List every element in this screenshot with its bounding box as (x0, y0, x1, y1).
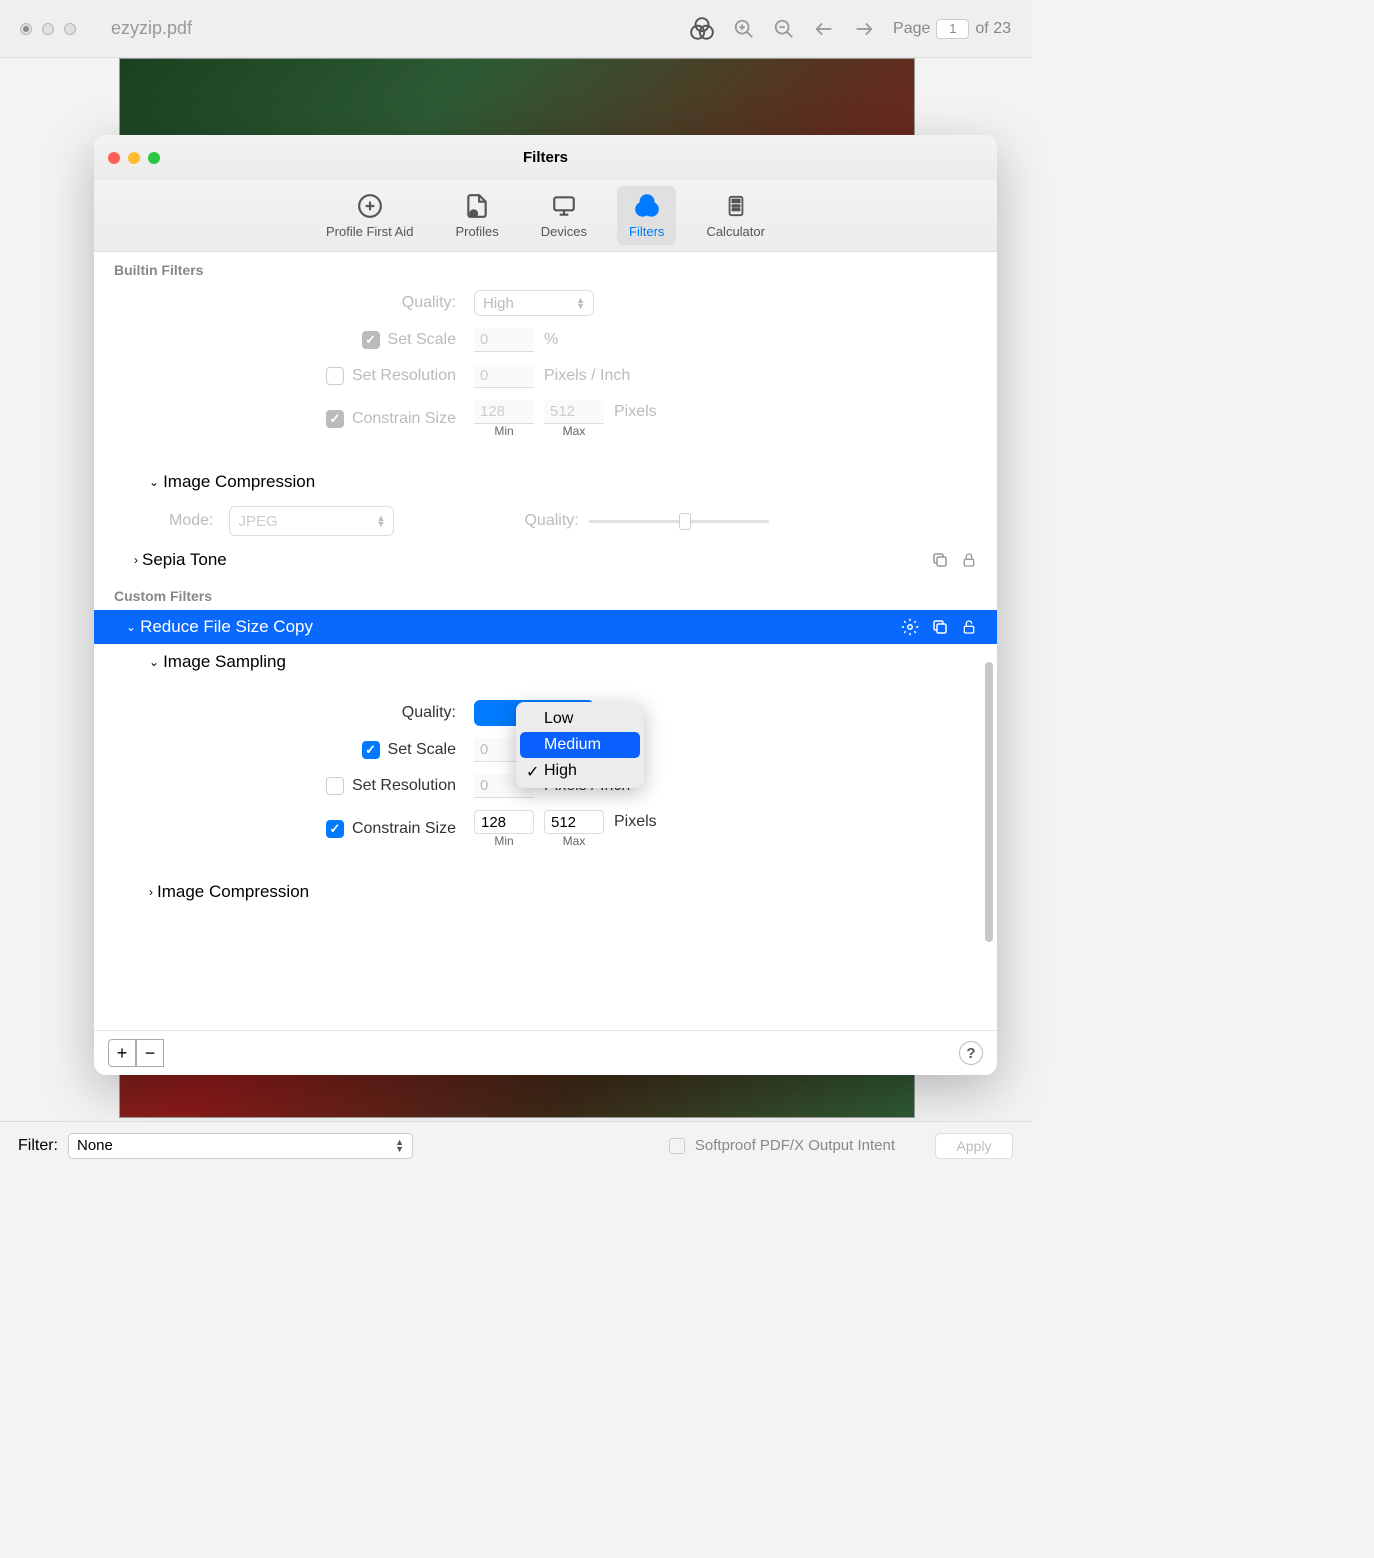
page-indicator: Page of 23 (893, 19, 1011, 39)
custom-set-resolution-checkbox[interactable] (326, 777, 344, 795)
scrollbar[interactable] (985, 662, 993, 942)
custom-min-label: Min (494, 834, 513, 848)
panel-tabs: Profile First Aid Profiles Devices Filte… (94, 180, 997, 252)
custom-pixels-unit: Pixels (614, 813, 657, 831)
custom-constrain-min[interactable] (474, 810, 534, 834)
chevron-down-icon: ⌄ (126, 620, 136, 634)
custom-image-compression-disclosure[interactable]: › Image Compression (94, 874, 997, 910)
panel-titlebar: Filters (94, 135, 997, 180)
filter-label: Filter: (18, 1137, 58, 1155)
chevron-down-icon: ⌄ (149, 655, 159, 669)
lock-icon[interactable] (961, 551, 977, 569)
gear-icon[interactable] (901, 618, 919, 636)
softproof-checkbox[interactable] (669, 1138, 685, 1154)
set-resolution-label: Set Resolution (352, 367, 456, 385)
tab-devices[interactable]: Devices (529, 186, 599, 245)
mode-select[interactable]: JPEG ▲▼ (229, 506, 394, 536)
reduce-file-size-row[interactable]: ⌄ Reduce File Size Copy (94, 610, 997, 644)
builtin-filters-label: Builtin Filters (94, 252, 997, 284)
help-button[interactable]: ? (959, 1041, 983, 1065)
custom-constrain-label: Constrain Size (352, 820, 456, 838)
constrain-min-input (474, 400, 534, 424)
quality-dropdown: Low Medium High (516, 702, 644, 788)
tab-filters[interactable]: Filters (617, 186, 676, 245)
page-total: of 23 (975, 20, 1011, 38)
page-label: Page (893, 20, 930, 38)
back-icon[interactable] (813, 18, 835, 40)
custom-set-scale-label: Set Scale (388, 741, 456, 759)
set-resolution-checkbox (326, 367, 344, 385)
panel-close[interactable] (108, 152, 120, 164)
tab-calculator[interactable]: Calculator (694, 186, 777, 245)
chevron-right-icon: › (149, 885, 153, 899)
filters-panel: Filters Profile First Aid Profiles Devic… (94, 135, 997, 1075)
page-input[interactable] (936, 19, 969, 39)
constrain-size-checkbox (326, 410, 344, 428)
custom-max-label: Max (563, 834, 586, 848)
percent-unit: % (544, 331, 558, 349)
color-filter-icon[interactable] (689, 16, 715, 42)
window-zoom[interactable] (64, 23, 76, 35)
mode-label: Mode: (169, 512, 213, 530)
set-resolution-input (474, 364, 534, 388)
add-button[interactable]: + (108, 1039, 136, 1067)
min-label: Min (494, 424, 513, 438)
set-scale-checkbox (362, 331, 380, 349)
image-compression-disclosure[interactable]: ⌄ Image Compression (94, 464, 997, 500)
softproof-label: Softproof PDF/X Output Intent (695, 1137, 895, 1154)
custom-set-resolution-label: Set Resolution (352, 777, 456, 795)
pixels-unit: Pixels (614, 403, 657, 421)
custom-filters-label: Custom Filters (94, 578, 997, 610)
zoom-out-icon[interactable] (773, 18, 795, 40)
panel-zoom[interactable] (148, 152, 160, 164)
quality-slider[interactable] (589, 520, 769, 523)
remove-button[interactable]: − (136, 1039, 164, 1067)
set-scale-input (474, 328, 534, 352)
panel-title: Filters (523, 149, 568, 166)
set-scale-label: Set Scale (388, 331, 456, 349)
quality-option-low[interactable]: Low (520, 706, 640, 732)
document-title: ezyzip.pdf (111, 18, 192, 39)
chevron-down-icon: ⌄ (149, 475, 159, 489)
custom-constrain-max[interactable] (544, 810, 604, 834)
bottom-bar: Filter: None ▲▼ Softproof PDF/X Output I… (0, 1121, 1031, 1169)
copy-icon[interactable] (931, 551, 949, 569)
panel-footer: + − ? (94, 1030, 997, 1075)
constrain-size-label: Constrain Size (352, 410, 456, 428)
panel-minimize[interactable] (128, 152, 140, 164)
tab-profiles[interactable]: Profiles (443, 186, 510, 245)
quality-select[interactable]: High ▲▼ (474, 290, 594, 316)
tab-profile-first-aid[interactable]: Profile First Aid (314, 186, 425, 245)
window-controls (20, 23, 76, 35)
sepia-tone-disclosure[interactable]: › Sepia Tone (94, 542, 997, 578)
filter-select[interactable]: None ▲▼ (68, 1133, 413, 1159)
comp-quality-label: Quality: (524, 512, 578, 530)
window-minimize[interactable] (42, 23, 54, 35)
custom-set-scale-checkbox[interactable] (362, 741, 380, 759)
chevron-right-icon: › (134, 553, 138, 567)
max-label: Max (563, 424, 586, 438)
quality-option-medium[interactable]: Medium (520, 732, 640, 758)
ppi-unit: Pixels / Inch (544, 367, 630, 385)
apply-button[interactable]: Apply (935, 1133, 1013, 1159)
custom-constrain-checkbox[interactable] (326, 820, 344, 838)
zoom-in-icon[interactable] (733, 18, 755, 40)
image-sampling-disclosure[interactable]: ⌄ Image Sampling (94, 644, 997, 680)
custom-quality-label: Quality: (94, 704, 464, 722)
constrain-max-input (544, 400, 604, 424)
window-close[interactable] (20, 23, 32, 35)
unlock-icon[interactable] (961, 618, 977, 636)
quality-option-high[interactable]: High (520, 758, 640, 784)
panel-body: Builtin Filters Quality: High ▲▼ Set Sca… (94, 252, 997, 1030)
quality-label: Quality: (94, 294, 464, 312)
copy-icon[interactable] (931, 618, 949, 636)
main-toolbar: ezyzip.pdf Page of 23 (0, 0, 1031, 58)
forward-icon[interactable] (853, 18, 875, 40)
